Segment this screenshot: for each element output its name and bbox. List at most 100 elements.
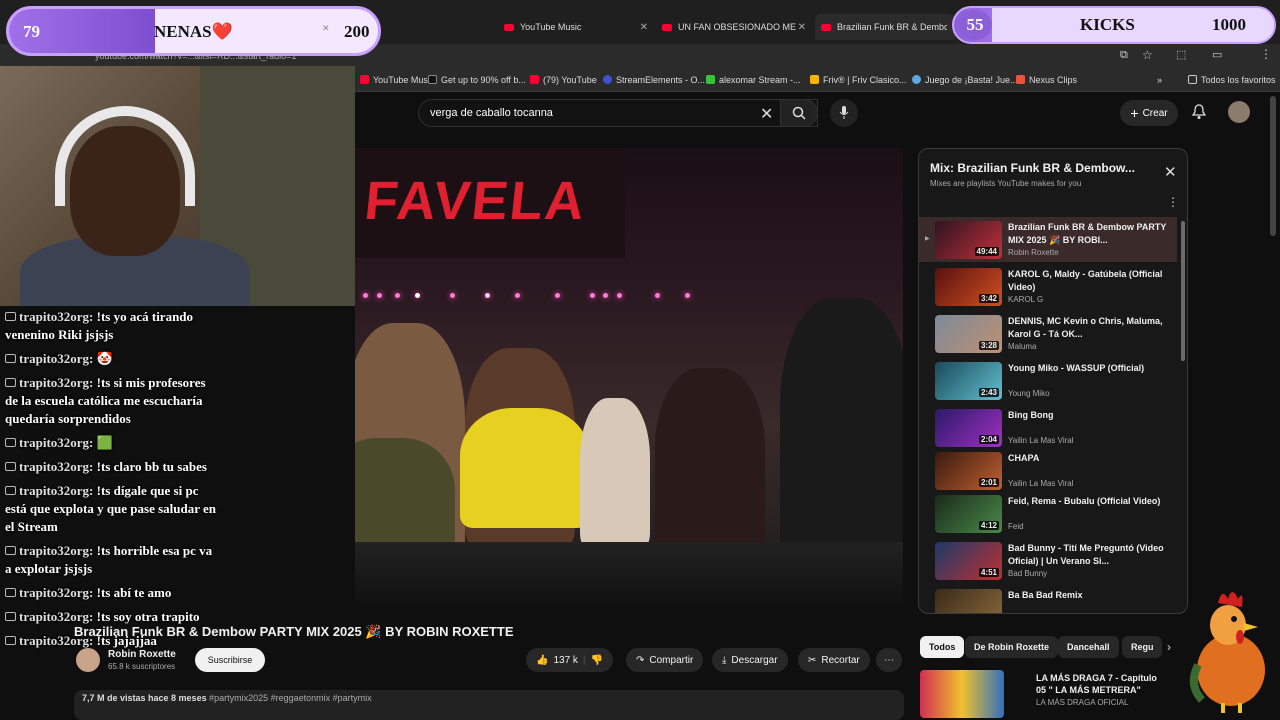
dislike-button[interactable]: 👎 (591, 655, 603, 666)
playlist-item[interactable]: 4:51 Bad Bunny - Tití Me Preguntó (Video … (919, 538, 1177, 583)
playlist-item[interactable]: ▶ 49:44 Brazilian Funk BR & Dembow PARTY M… (919, 217, 1177, 262)
chat-message: trapito32org: !ts horrible esa pc va a e… (5, 542, 220, 578)
chip-dancehall[interactable]: Dancehall (1058, 636, 1119, 658)
video-thumbnail: 3:28 (935, 315, 1002, 353)
playlist-item-title: Feid, Rema - Bubalu (Official Video) (1008, 496, 1161, 506)
chat-badge-icon (5, 312, 16, 321)
video-duration: 3:42 (978, 294, 999, 303)
star-icon[interactable]: ☆ (1142, 48, 1153, 62)
playlist-item[interactable]: 3:42 KAROL G, Maldy - Gatúbela (Official … (919, 264, 1177, 309)
bookmark-1[interactable]: Get up to 90% off b... (428, 75, 526, 85)
bookmark-3[interactable]: StreamElements - O... (603, 75, 705, 85)
subscribe-button[interactable]: Suscribirse (195, 648, 265, 672)
playlist-item[interactable]: 2:04 Bing Bong Yailin La Mas Viral (919, 405, 1177, 450)
goal-label: NENAS❤️ (154, 22, 233, 41)
chip-channel[interactable]: De Robin Roxette (965, 636, 1059, 658)
sidebar-icon[interactable]: ▭ (1212, 48, 1222, 61)
chip-regu[interactable]: Regu (1122, 636, 1162, 658)
channel-name[interactable]: Robin Roxette (108, 649, 176, 660)
close-icon[interactable]: ✕ (1164, 163, 1177, 181)
download-icon: ⤓ (722, 654, 727, 666)
playlist-scrollbar[interactable] (1181, 221, 1185, 361)
share-icon: ↷ (636, 654, 645, 666)
video-player[interactable]: FAVELA (355, 148, 903, 612)
all-bookmarks[interactable]: Todos los favoritos (1188, 75, 1276, 85)
video-thumbnail: 49:44 (935, 221, 1002, 259)
more-actions-button[interactable]: ⋯ (876, 648, 902, 672)
video-thumbnail (920, 670, 1004, 718)
playlist-item[interactable]: Ba Ba Bad RemixKyba (919, 585, 1177, 613)
video-sign-text: FAVELA (361, 171, 590, 231)
headset-icon (55, 106, 195, 206)
tab-fan-video[interactable]: UN FAN OBSESIONADO ME AC ✕ (656, 14, 812, 40)
tab-brazilian-funk[interactable]: Brazilian Funk BR & Dembow P (815, 14, 955, 40)
goal-label: KICKS (1080, 15, 1135, 34)
goal-current-badge: 55 (958, 10, 992, 40)
playlist-item[interactable]: 2:43 Young Miko - WASSUP (Official) Young … (919, 358, 1177, 403)
page-scrollbar[interactable] (1270, 96, 1276, 236)
chat-message: trapito32org: 🤡 (5, 350, 220, 368)
recommended-video[interactable]: LA MÁS DRAGA 7 - Capítulo 05 " LA MÁS ME… (918, 668, 1168, 720)
chip-todos[interactable]: Todos (920, 636, 965, 658)
search-input[interactable]: verga de caballo tocanna (418, 99, 818, 127)
download-button[interactable]: ⤓ Descargar (712, 648, 788, 672)
playlist-item-title: DENNIS, MC Kevin o Chris, Maluma, Karol … (1008, 316, 1163, 339)
chat-text: 🤡 (96, 351, 113, 366)
video-description[interactable]: 7,7 M de vistas hace 8 meses #partymix20… (74, 690, 904, 720)
playlist-subtitle: Mixes are playlists YouTube makes for yo… (930, 179, 1082, 188)
playlist-item-channel: Maluma (1008, 342, 1037, 351)
chat-message: trapito32org: !ts claro bb tu sabes (5, 458, 220, 476)
voice-search-button[interactable] (830, 99, 858, 127)
close-tab-icon[interactable]: ✕ (798, 22, 806, 33)
chat-username: trapito32org: (19, 459, 94, 474)
bookmark-7[interactable]: Nexus Clips (1016, 75, 1077, 85)
notifications-bell-icon[interactable] (1192, 104, 1206, 120)
chat-badge-icon (5, 546, 16, 555)
clip-button[interactable]: ✂ Recortar (798, 648, 870, 672)
bookmark-6[interactable]: Juego de ¡Basta! Jue... (912, 75, 1018, 85)
playlist-item-channel: Young Miko (1008, 389, 1050, 398)
menu-dots-icon[interactable]: ⋮ (1260, 47, 1272, 61)
video-duration: 4:12 (978, 521, 999, 530)
account-avatar[interactable] (1228, 101, 1250, 123)
clear-search-icon[interactable]: ✕ (760, 104, 773, 124)
chat-text: !ts claro bb tu sabes (96, 459, 207, 474)
more-dots-icon: ⋯ (884, 654, 894, 666)
chat-username: trapito32org: (19, 351, 94, 366)
bookmark-icon (706, 75, 715, 84)
playlist-menu-icon[interactable]: ⋮ (1167, 195, 1179, 209)
now-playing-icon: ▶ (925, 236, 930, 242)
bookmarks-overflow-icon[interactable]: » (1157, 75, 1162, 85)
bookmark-0[interactable]: YouTube Music (360, 75, 434, 85)
playlist-item[interactable]: 3:28 DENNIS, MC Kevin o Chris, Maluma, Ka… (919, 311, 1177, 356)
goal-bar-left: 79 NENAS❤️ 200 ✕ (6, 6, 381, 56)
playlist-item-title: Ba Ba Bad Remix (1008, 590, 1083, 600)
chat-badge-icon (5, 636, 16, 645)
tab-youtube-music[interactable]: YouTube Music ✕ (498, 14, 654, 40)
bookmark-icon (530, 75, 539, 84)
close-tab-icon[interactable]: ✕ (640, 22, 648, 33)
bookmark-5[interactable]: Friv® | Friv Clasico... (810, 75, 906, 85)
playlist-item[interactable]: 4:12 Feid, Rema - Bubalu (Official Video)… (919, 491, 1177, 536)
bookmark-2[interactable]: (79) YouTube (530, 75, 597, 85)
youtube-icon (504, 23, 514, 31)
bookmark-4[interactable]: alexomar Stream -... (706, 75, 801, 85)
chevron-right-icon[interactable]: › (1167, 640, 1171, 654)
share-button[interactable]: ↷ Compartir (626, 648, 704, 672)
search-button[interactable] (780, 99, 818, 127)
chat-badge-icon (5, 462, 16, 471)
create-button[interactable]: + Crear (1120, 100, 1178, 126)
channel-avatar[interactable] (76, 648, 100, 672)
playlist-item-title: KAROL G, Maldy - Gatúbela (Official Vide… (1008, 269, 1163, 292)
bookmark-icon (428, 75, 437, 84)
folder-icon (1188, 75, 1197, 84)
chat-username: trapito32org: (19, 609, 94, 624)
extensions-icon[interactable]: ⬚ (1176, 48, 1186, 61)
playlist-item-channel: Yailin La Mas Viral (1008, 436, 1074, 445)
chat-username: trapito32org: (19, 543, 94, 558)
chat-username: trapito32org: (19, 483, 94, 498)
like-button[interactable]: 👍 137 k (536, 655, 578, 666)
chat-badge-icon (5, 588, 16, 597)
install-app-icon[interactable]: ⧉ (1120, 49, 1128, 62)
playlist-item[interactable]: 2:01 CHAPA Yailin La Mas Viral (919, 448, 1177, 493)
